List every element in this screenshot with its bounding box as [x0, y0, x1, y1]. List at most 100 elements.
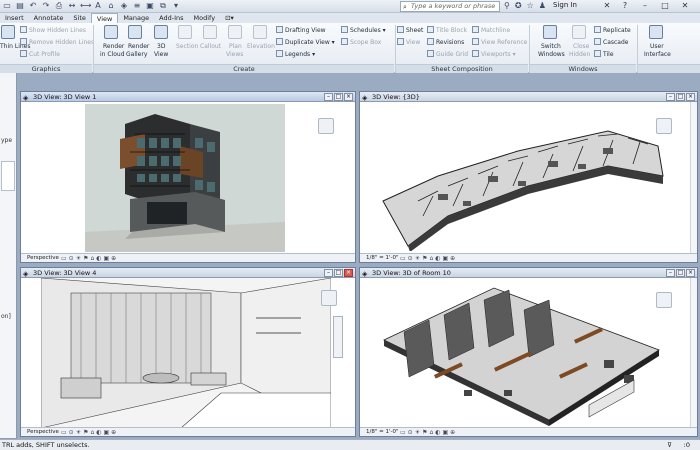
create-panel-label[interactable]: Create [94, 64, 394, 73]
render-gallery-label[interactable]: Render [128, 43, 149, 50]
view-window-3d[interactable]: ◈ 3D View: {3D} – □ × 1/8" = 1'-0" ▭⊙☀⚑⌂◐▣… [359, 91, 698, 263]
view-scale[interactable]: Perspective [27, 429, 59, 435]
windows-panel-label[interactable]: Windows [530, 64, 636, 73]
maximize-icon[interactable]: □ [658, 1, 672, 11]
filter-icon[interactable]: ⊽ [667, 440, 672, 450]
plan-views-label-2[interactable]: Views [226, 51, 243, 58]
minimize-icon[interactable]: – [638, 1, 652, 11]
tab-add-ins[interactable]: Add-Ins [154, 13, 188, 23]
tab-view[interactable]: View [90, 13, 119, 23]
view-title-bar[interactable]: ◈ 3D View: 3D View 1 – □ × [21, 92, 355, 102]
guide-grid-button[interactable]: Guide Grid [427, 50, 468, 58]
customize-qat-icon[interactable]: ▾ [171, 1, 181, 11]
sign-in-link[interactable]: Sign In [553, 1, 577, 9]
thin-lines-icon[interactable] [1, 25, 15, 39]
user-icon[interactable]: ♟ [539, 1, 546, 10]
render-gallery-label-2[interactable]: Gallery [126, 51, 147, 58]
navigation-cube-icon[interactable] [656, 292, 672, 308]
vertical-scrollbar[interactable] [690, 278, 697, 427]
minimize-view-icon[interactable]: – [666, 93, 675, 101]
minimize-view-icon[interactable]: – [666, 269, 675, 277]
help-icon[interactable]: ? [618, 1, 632, 11]
close-hidden-icon[interactable]: ▣ [145, 1, 155, 11]
3d-view-label-2[interactable]: View [154, 51, 168, 58]
thin-lines-icon[interactable]: ≡ [132, 1, 142, 11]
measure-icon[interactable]: ↔ [67, 1, 77, 11]
view-title-bar[interactable]: ◈ 3D View: {3D} – □ × [360, 92, 697, 102]
view-window-3d-view-1[interactable]: ◈ 3D View: 3D View 1 – □ × Perspective ▭… [20, 91, 356, 263]
view-window-3d-of-room-10[interactable]: ◈ 3D View: 3D of Room 10 – □ × 1/8" = 1'… [359, 267, 698, 437]
viewports-button[interactable]: Viewports ▾ [472, 50, 516, 58]
close-view-icon[interactable]: × [344, 269, 353, 277]
communication-icon[interactable]: ☆ [527, 1, 534, 10]
cut-profile-button[interactable]: Cut Profile [20, 50, 60, 58]
tab-insert[interactable]: Insert [0, 13, 29, 23]
show-hidden-lines-button[interactable]: Show Hidden Lines [20, 26, 86, 34]
redo-icon[interactable]: ↷ [41, 1, 51, 11]
view-reference-button[interactable]: View Reference [472, 38, 527, 46]
exchange-icon[interactable]: ✕ [600, 1, 614, 11]
text-icon[interactable]: A [93, 1, 103, 11]
close-view-icon[interactable]: × [686, 269, 695, 277]
view-title-bar[interactable]: ◈ 3D View: 3D View 4 – □ × [21, 268, 355, 278]
print-icon[interactable]: ⎙ [54, 1, 64, 11]
remove-hidden-lines-button[interactable]: Remove Hidden Lines [20, 38, 94, 46]
duplicate-view-button[interactable]: Duplicate View ▾ [276, 38, 335, 46]
sheet-button[interactable]: Sheet [397, 26, 423, 34]
view-title-bar[interactable]: ◈ 3D View: 3D of Room 10 – □ × [360, 268, 697, 278]
close-icon[interactable]: ✕ [678, 1, 692, 11]
vertical-scrollbar[interactable] [690, 102, 697, 253]
navigation-cube-icon[interactable] [321, 290, 337, 306]
tab-modify[interactable]: Modify [189, 13, 221, 23]
close-hidden-label[interactable]: Close [573, 43, 589, 50]
minimize-view-icon[interactable]: – [324, 269, 333, 277]
open-icon[interactable]: ▭ [2, 1, 12, 11]
switch-windows-label[interactable]: Switch [541, 43, 561, 50]
scope-box-button[interactable]: Scope Box [341, 38, 381, 46]
replicate-button[interactable]: Replicate [594, 26, 631, 34]
callout-button[interactable]: Callout [200, 43, 221, 50]
navigation-bar[interactable] [333, 316, 343, 358]
dimension-icon[interactable]: ⟷ [80, 1, 91, 11]
legends-button[interactable]: Legends ▾ [276, 50, 315, 58]
tab-annotate[interactable]: Annotate [29, 13, 69, 23]
maximize-view-icon[interactable]: □ [334, 93, 343, 101]
matchline-button[interactable]: Matchline [472, 26, 510, 34]
graphics-panel-label[interactable]: Graphics [0, 64, 92, 73]
revisions-button[interactable]: Revisions [427, 38, 464, 46]
drafting-view-button[interactable]: Drafting View [276, 26, 326, 34]
switch-windows-icon[interactable]: ⧉ [158, 1, 168, 11]
navigation-cube-icon[interactable] [318, 118, 334, 134]
cascade-button[interactable]: Cascade [594, 38, 628, 46]
elevation-button[interactable]: Elevation [247, 43, 275, 50]
schedules-button[interactable]: Schedules ▾ [341, 26, 386, 34]
plan-views-label[interactable]: Plan [229, 43, 242, 50]
render-in-cloud-label-2[interactable]: in Cloud [100, 51, 125, 58]
close-hidden-label-2[interactable]: Hidden [569, 51, 590, 58]
3d-view-label[interactable]: 3D [157, 43, 165, 50]
render-in-cloud-label[interactable]: Render [103, 43, 124, 50]
view-control-icons[interactable]: ▭⊙☀⚑⌂◐▣⊕ [400, 429, 457, 437]
view-window-3d-view-4[interactable]: ◈ 3D View: 3D View 4 – □ × Perspective ▭⊙☀… [20, 267, 356, 437]
undo-icon[interactable]: ↶ [28, 1, 38, 11]
properties-field[interactable] [1, 161, 15, 191]
tile-button[interactable]: Tile [594, 50, 614, 58]
sheet-composition-panel-label[interactable]: Sheet Composition [396, 64, 528, 73]
view-scale[interactable]: 1/8" = 1'-0" [366, 255, 399, 261]
user-interface-label[interactable]: User [650, 43, 664, 50]
tab-site[interactable]: Site [68, 13, 90, 23]
search-input[interactable]: ⌕ Type a keyword or phrase [400, 1, 500, 12]
ribbon-minimize-icon[interactable]: ⊡▾ [220, 13, 239, 23]
minimize-view-icon[interactable]: – [324, 93, 333, 101]
view-button[interactable]: View [397, 38, 420, 46]
save-icon[interactable]: ▤ [15, 1, 25, 11]
view-scale[interactable]: Perspective [27, 255, 59, 261]
view-scale[interactable]: 1/8" = 1'-0" [366, 429, 399, 435]
tab-manage[interactable]: Manage [118, 13, 154, 23]
subscription-icon[interactable]: ✪ [515, 1, 522, 10]
switch-windows-label-2[interactable]: Windows [538, 51, 565, 58]
user-interface-label-2[interactable]: Interface [644, 51, 671, 58]
title-block-button[interactable]: Title Block [427, 26, 467, 34]
section-button[interactable]: Section [176, 43, 198, 50]
view-control-icons[interactable]: ▭⊙☀⚑⌂◐▣⊕ [400, 255, 457, 263]
